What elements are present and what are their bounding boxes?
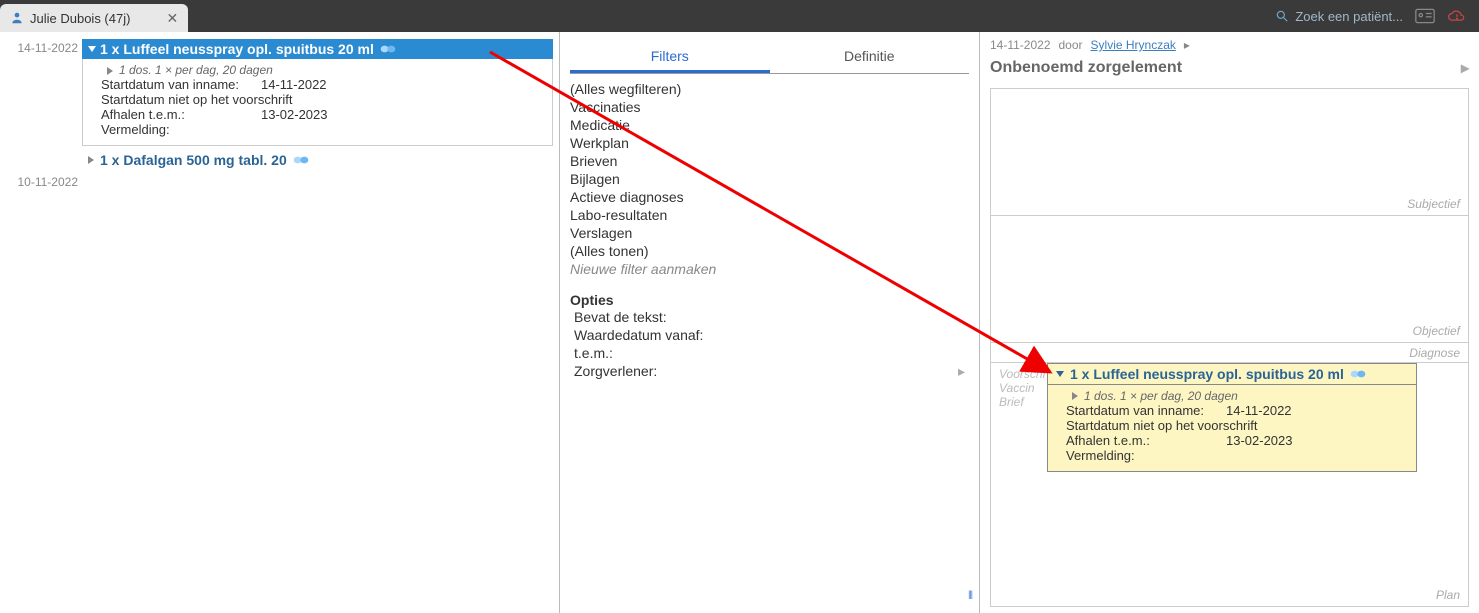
filter-item[interactable]: Bijlagen bbox=[570, 170, 979, 188]
search-placeholder: Zoek een patiënt... bbox=[1295, 9, 1403, 24]
search-icon bbox=[1275, 9, 1289, 23]
left-body: 1 x Luffeel neusspray opl. spuitbus 20 m… bbox=[82, 32, 559, 613]
new-filter[interactable]: Nieuwe filter aanmaken bbox=[570, 260, 979, 278]
not-on-prescription: Startdatum niet op het voorschrift bbox=[101, 92, 546, 107]
option-date-to[interactable]: t.e.m.: bbox=[564, 344, 979, 362]
prescription-detail: 1 dos. 1 × per dag, 20 dagen Startdatum … bbox=[82, 59, 553, 146]
start-date-label: Startdatum van inname: bbox=[1066, 403, 1226, 418]
pickup-until-label: Afhalen t.e.m.: bbox=[101, 107, 261, 122]
prescription-title: 1 x Dafalgan 500 mg tabl. 20 bbox=[100, 152, 287, 168]
section-label: Objectief bbox=[1413, 324, 1460, 338]
prescription-selected[interactable]: 1 x Luffeel neusspray opl. spuitbus 20 m… bbox=[82, 39, 553, 59]
cloud-warning-icon[interactable] bbox=[1447, 8, 1467, 24]
chevron-right-icon: ▸ bbox=[958, 363, 965, 380]
start-date-value: 14-11-2022 bbox=[261, 77, 327, 92]
filter-list: (Alles wegfilteren) Vaccinaties Medicati… bbox=[564, 80, 979, 278]
chevron-right-icon: ▸ bbox=[1184, 38, 1190, 52]
start-date-label: Startdatum van inname: bbox=[101, 77, 261, 92]
filter-item[interactable]: Verslagen bbox=[570, 224, 979, 242]
contact-date: 14-11-2022 bbox=[990, 38, 1051, 52]
main-area: 14-11-2022 10-11-2022 1 x Luffeel neussp… bbox=[0, 32, 1479, 613]
tab-filters[interactable]: Filters bbox=[570, 42, 770, 73]
section-label: Diagnose bbox=[1409, 346, 1460, 360]
filter-item[interactable]: Labo-resultaten bbox=[570, 206, 979, 224]
pickup-until-label: Afhalen t.e.m.: bbox=[1066, 433, 1226, 448]
filter-item[interactable]: (Alles wegfilteren) bbox=[570, 80, 979, 98]
dropped-prescription[interactable]: 1 x Luffeel neusspray opl. spuitbus 20 m… bbox=[1047, 363, 1417, 472]
option-care-provider[interactable]: Zorgverlener:▸ bbox=[564, 362, 979, 381]
filter-item[interactable]: Werkplan bbox=[570, 134, 979, 152]
filter-item[interactable]: Vaccinaties bbox=[570, 98, 979, 116]
filter-item[interactable]: Medicatie bbox=[570, 116, 979, 134]
filter-item[interactable]: Actieve diagnoses bbox=[570, 188, 979, 206]
chevron-right-icon: ▸ bbox=[1461, 58, 1469, 78]
tab-area: Julie Dubois (47j) ✕ bbox=[0, 0, 188, 32]
posology-line: 1 dos. 1 × per dag, 20 dagen bbox=[1066, 389, 1410, 403]
pills-icon bbox=[380, 43, 396, 55]
entry-date: 14-11-2022 bbox=[0, 41, 78, 59]
pills-icon bbox=[293, 154, 309, 166]
contact-meta: 14-11-2022 door Sylvie Hrynczak ▸ bbox=[990, 38, 1469, 52]
section-label: Subjectief bbox=[1407, 197, 1460, 211]
arrow-right-icon bbox=[107, 67, 113, 75]
option-contains-text[interactable]: Bevat de tekst: bbox=[564, 308, 979, 326]
pickup-until-value: 13-02-2023 bbox=[261, 107, 328, 122]
left-panel: 14-11-2022 10-11-2022 1 x Luffeel neussp… bbox=[0, 32, 560, 613]
option-date-from[interactable]: Waardedatum vanaf: bbox=[564, 326, 979, 344]
start-date-value: 14-11-2022 bbox=[1226, 403, 1292, 418]
id-card-icon[interactable] bbox=[1415, 8, 1435, 24]
posology-line: 1 dos. 1 × per dag, 20 dagen bbox=[101, 63, 546, 77]
options-header: Opties bbox=[564, 292, 979, 308]
prescription-title: 1 x Luffeel neusspray opl. spuitbus 20 m… bbox=[100, 41, 374, 57]
care-element-title[interactable]: Onbenoemd zorgelement ▸ bbox=[990, 58, 1469, 78]
drag-handle-icon[interactable]: ⦀ bbox=[968, 590, 973, 603]
not-on-prescription: Startdatum niet op het voorschrift bbox=[1066, 418, 1410, 433]
plan-section[interactable]: Voorschrift Vaccin Brief 1 x Luffeel neu… bbox=[991, 363, 1468, 607]
subjective-section[interactable]: Subjectief bbox=[991, 89, 1468, 216]
prescription-title: 1 x Luffeel neusspray opl. spuitbus 20 m… bbox=[1070, 366, 1344, 382]
by-label: door bbox=[1059, 38, 1083, 52]
entry-date: 10-11-2022 bbox=[0, 175, 78, 193]
mention-label: Vermelding: bbox=[1066, 448, 1410, 463]
patient-tab-label: Julie Dubois (47j) bbox=[30, 11, 130, 26]
arrow-right-icon bbox=[1072, 392, 1078, 400]
topbar-tools: Zoek een patiënt... bbox=[1275, 8, 1479, 24]
mention-label: Vermelding: bbox=[101, 122, 546, 137]
prescription-collapsed[interactable]: 1 x Dafalgan 500 mg tabl. 20 bbox=[82, 150, 553, 170]
middle-panel: Filters Definitie (Alles wegfilteren) Va… bbox=[560, 32, 980, 613]
pills-icon bbox=[1350, 368, 1366, 380]
arrow-right-icon bbox=[88, 156, 94, 164]
author-link[interactable]: Sylvie Hrynczak bbox=[1091, 38, 1176, 52]
patient-search[interactable]: Zoek een patiënt... bbox=[1275, 9, 1403, 24]
filter-item[interactable]: (Alles tonen) bbox=[570, 242, 979, 260]
chevron-down-icon bbox=[1056, 371, 1064, 377]
topbar: Julie Dubois (47j) ✕ Zoek een patiënt... bbox=[0, 0, 1479, 32]
close-icon[interactable]: ✕ bbox=[166, 10, 178, 27]
patient-tab[interactable]: Julie Dubois (47j) ✕ bbox=[0, 4, 188, 32]
date-gutter: 14-11-2022 10-11-2022 bbox=[0, 32, 82, 613]
section-label: Plan bbox=[1436, 588, 1460, 602]
soap-box: Subjectief Objectief Diagnose Voorschrif… bbox=[990, 88, 1469, 607]
pickup-until-value: 13-02-2023 bbox=[1226, 433, 1293, 448]
tab-definitie[interactable]: Definitie bbox=[770, 42, 970, 73]
objective-section[interactable]: Objectief bbox=[991, 216, 1468, 343]
diagnosis-section[interactable]: Diagnose bbox=[991, 343, 1468, 363]
filter-tabs: Filters Definitie bbox=[570, 42, 969, 74]
chevron-down-icon bbox=[88, 46, 96, 52]
filter-item[interactable]: Brieven bbox=[570, 152, 979, 170]
person-icon bbox=[10, 11, 24, 25]
right-panel: 14-11-2022 door Sylvie Hrynczak ▸ Onbeno… bbox=[980, 32, 1479, 613]
